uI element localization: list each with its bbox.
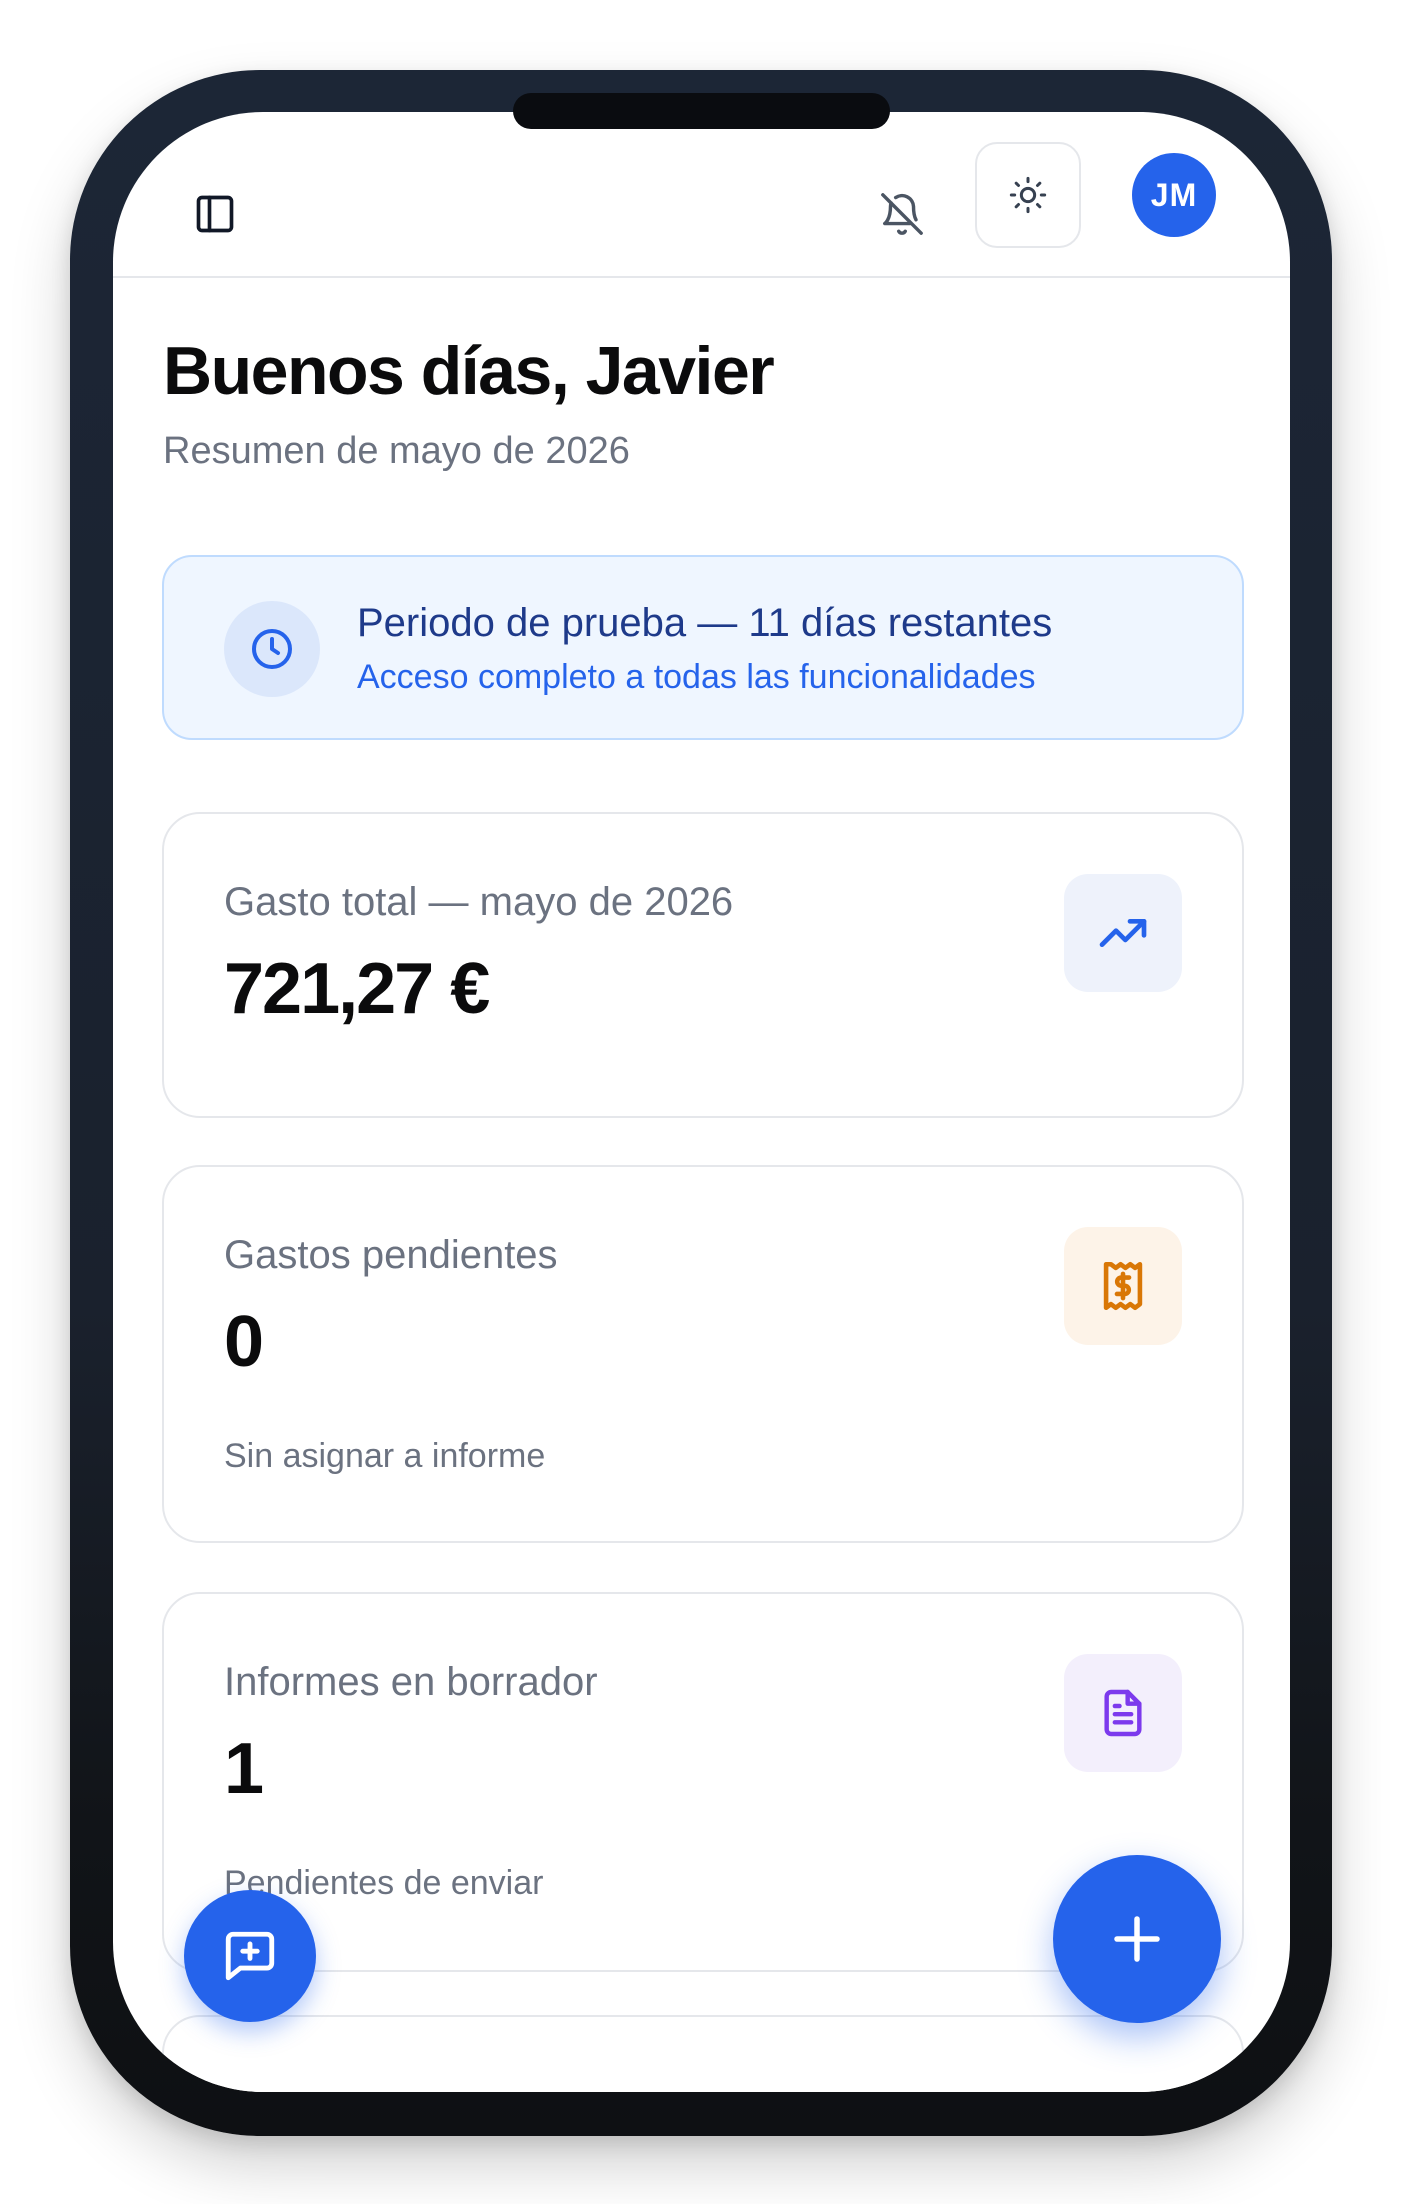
sun-icon [1009, 176, 1047, 214]
card-label: Informes en borrador [224, 1660, 598, 1704]
trial-subtitle: Acceso completo a todas las funcionalida… [357, 658, 1036, 696]
card-icon-badge [1064, 874, 1182, 992]
app-screen: JM Buenos días, Javier Resumen de mayo d… [113, 112, 1290, 2092]
document-icon [1104, 1689, 1142, 1737]
top-bar: JM [113, 112, 1290, 278]
receipt-dollar-icon [1103, 1261, 1143, 1311]
trending-up-icon [1099, 919, 1147, 947]
card-label: Gasto total — mayo de 2026 [224, 880, 734, 924]
card-icon-badge [1064, 1654, 1182, 1772]
trial-title: Periodo de prueba — 11 días restantes [357, 601, 1053, 645]
pending-expenses-card[interactable]: Gastos pendientes 0 Sin asignar a inform… [162, 1165, 1244, 1543]
user-avatar[interactable]: JM [1132, 153, 1216, 237]
next-card-partial[interactable] [162, 2015, 1244, 2092]
card-value: 0 [224, 1302, 264, 1382]
feedback-chat-button[interactable] [184, 1890, 316, 2022]
message-plus-icon [225, 1931, 275, 1981]
card-value: 1 [224, 1729, 264, 1809]
page-subtitle: Resumen de mayo de 2026 [163, 430, 630, 472]
page-title: Buenos días, Javier [163, 333, 775, 409]
theme-toggle-button[interactable] [975, 142, 1081, 248]
trial-icon-badge [224, 601, 320, 697]
bell-off-icon [881, 193, 923, 235]
sidebar-toggle-icon [196, 195, 234, 233]
add-expense-button[interactable] [1053, 1855, 1221, 2023]
card-icon-badge [1064, 1227, 1182, 1345]
trial-banner: Periodo de prueba — 11 días restantes Ac… [162, 555, 1244, 740]
card-value: 721,27 € [224, 949, 490, 1029]
card-note: Sin asignar a informe [224, 1437, 546, 1475]
card-label: Gastos pendientes [224, 1233, 558, 1277]
notifications-button[interactable] [860, 172, 944, 256]
plus-icon [1114, 1916, 1160, 1962]
phone-notch [513, 93, 890, 129]
clock-icon [252, 629, 292, 669]
sidebar-toggle-button[interactable] [173, 172, 257, 256]
total-expense-card[interactable]: Gasto total — mayo de 2026 721,27 € [162, 812, 1244, 1118]
